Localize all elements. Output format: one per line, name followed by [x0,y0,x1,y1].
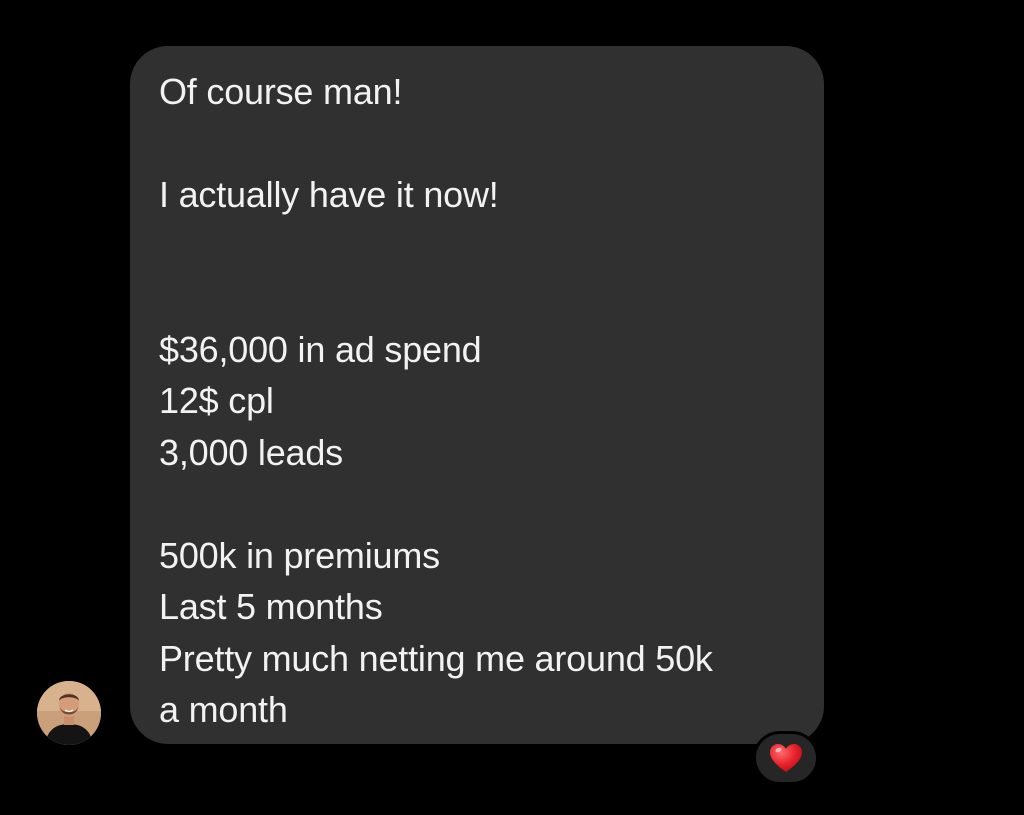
reaction-badge[interactable] [753,731,819,785]
avatar[interactable] [37,681,101,745]
message-line-blank [159,272,796,324]
message-line: I actually have it now! [159,174,499,215]
heart-icon [770,744,802,772]
message-bubble[interactable]: Of course man! I actually have it now! $… [130,46,824,744]
message-line: 3,000 leads [159,431,343,473]
message-line: Of course man! [159,71,403,112]
message-line-blank [159,478,796,530]
message-line: 12$ cpl [159,380,274,421]
message-line: Pretty much netting me around 50k [159,637,713,679]
message-line: Last 5 months [159,586,383,627]
avatar-image [37,681,101,745]
chat-screen: Of course man! I actually have it now! $… [0,0,1024,815]
message-line: a month [159,689,288,730]
message-line-blank [159,118,796,170]
message-line: $36,000 in ad spend [159,328,482,370]
message-line: 500k in premiums [159,534,440,576]
message-line-blank [159,221,796,273]
